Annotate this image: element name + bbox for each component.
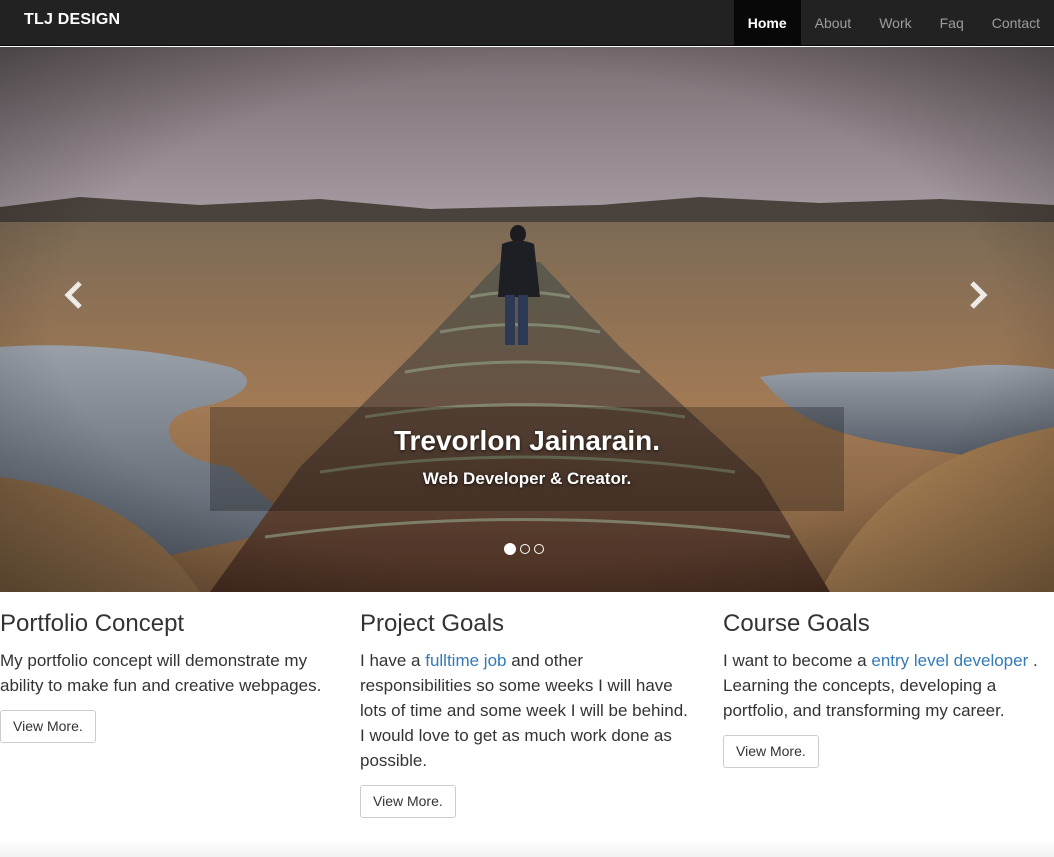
column-text-part: I have a [360, 651, 426, 670]
entry-level-developer-link[interactable]: entry level developer [871, 651, 1028, 670]
view-more-button[interactable]: View More. [723, 735, 819, 768]
hero-carousel: Trevorlon Jainarain. Web Developer & Cre… [0, 47, 1054, 592]
fulltime-job-link[interactable]: fulltime job [425, 651, 506, 670]
carousel-indicators [504, 543, 544, 555]
nav-item-work[interactable]: Work [865, 0, 925, 46]
column-heading: Project Goals [360, 610, 505, 637]
column-heading: Portfolio Concept [0, 610, 185, 637]
carousel-next-button[interactable] [958, 275, 998, 315]
chevron-right-icon [970, 281, 988, 309]
carousel-indicator-2[interactable] [520, 544, 530, 554]
nav-item-faq[interactable]: Faq [926, 0, 978, 46]
column-heading: Course Goals [723, 610, 870, 637]
column-text: I want to become a entry level developer… [723, 648, 1054, 723]
carousel-indicator-1[interactable] [504, 543, 516, 555]
hero-subtitle: Web Developer & Creator. [422, 469, 632, 488]
nav-item-about[interactable]: About [801, 0, 866, 46]
column-text-part: My portfolio concept will demonstrate my… [0, 651, 322, 695]
nav-menu: Home About Work Faq Contact [733, 0, 1054, 46]
page-bottom-shade [0, 840, 1054, 857]
view-more-button[interactable]: View More. [360, 785, 456, 818]
column-text: I have a fulltime job and other responsi… [360, 648, 692, 773]
chevron-left-icon [64, 281, 82, 309]
hero-title: Trevorlon Jainarain. [393, 425, 661, 456]
nav-item-contact[interactable]: Contact [978, 0, 1054, 46]
carousel-caption: Trevorlon Jainarain. Web Developer & Cre… [210, 407, 844, 511]
column-text: My portfolio concept will demonstrate my… [0, 648, 332, 698]
column-project-goals: Project Goals I have a fulltime job and … [360, 606, 692, 818]
carousel-prev-button[interactable] [54, 275, 94, 315]
column-portfolio-concept: Portfolio Concept My portfolio concept w… [0, 606, 332, 743]
nav-item-home[interactable]: Home [733, 0, 801, 46]
view-more-button[interactable]: View More. [0, 710, 96, 743]
navbar: TLJ DESIGN Home About Work Faq Contact [0, 0, 1054, 46]
carousel-indicator-3[interactable] [534, 544, 544, 554]
column-text-part: I want to become a [723, 651, 872, 670]
brand-logo[interactable]: TLJ DESIGN [24, 11, 120, 29]
column-course-goals: Course Goals I want to become a entry le… [723, 606, 1054, 768]
